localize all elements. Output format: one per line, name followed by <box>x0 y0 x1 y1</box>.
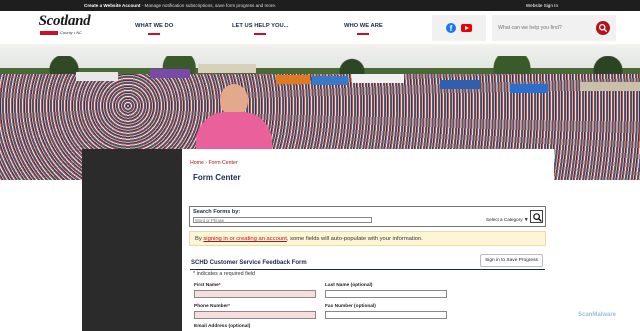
scanmalware-watermark: ScanMalware <box>578 312 617 318</box>
phone-number-label-text: Phone Number <box>194 304 229 309</box>
nav-label: WHO WE ARE <box>344 23 383 29</box>
logo-red-bar <box>40 31 58 35</box>
form-divider <box>190 269 545 270</box>
breadcrumb-current[interactable]: Form Center <box>208 160 237 166</box>
category-select-label: Select a Category <box>486 217 523 222</box>
website-sign-in-link[interactable]: Website Sign In <box>526 3 558 8</box>
page-title: Form Center <box>193 173 241 182</box>
top-utility-bar: Create a Website Account - Manage notifi… <box>0 0 640 11</box>
search-icon <box>533 213 542 222</box>
fax-number-field[interactable] <box>325 311 447 319</box>
breadcrumb: Home › Form Center <box>190 160 238 166</box>
left-sidebar <box>82 149 182 331</box>
required-star: * <box>228 304 230 309</box>
nav-underline <box>357 33 370 35</box>
hero-tent <box>276 75 310 84</box>
social-links: f <box>432 15 486 41</box>
hero-tent <box>580 82 640 91</box>
nav-what-we-do[interactable]: WHAT WE DO <box>135 23 173 35</box>
create-account-message: Create a Website Account - Manage notifi… <box>84 3 276 8</box>
phone-number-label: Phone Number* <box>194 304 230 309</box>
required-star: * <box>218 283 221 288</box>
category-select[interactable]: Select a Category ▼ <box>486 217 529 223</box>
chevron-down-icon: ▼ <box>523 217 529 223</box>
first-name-label: First Name* <box>194 283 221 288</box>
hero-tent <box>198 64 256 73</box>
search-forms-input[interactable] <box>193 217 372 223</box>
search-forms-label: Search Forms by: <box>193 209 241 215</box>
facebook-icon[interactable]: f <box>446 23 456 33</box>
site-search-button[interactable] <box>596 21 610 35</box>
nav-label: WHAT WE DO <box>135 23 174 29</box>
hero-tent <box>150 69 190 78</box>
breadcrumb-separator: › <box>205 160 208 166</box>
hero-tent <box>510 84 548 93</box>
form-title: SCHD Customer Service Feedback Form <box>191 260 307 266</box>
nav-label: LET US HELP YOU... <box>232 23 289 29</box>
nav-let-us-help-you[interactable]: LET US HELP YOU... <box>232 23 288 35</box>
hero-tent <box>440 80 480 89</box>
site-logo[interactable]: Scotland County • NC <box>37 13 92 41</box>
breadcrumb-home[interactable]: Home <box>190 160 204 166</box>
logo-tagline: County • NC <box>60 30 83 35</box>
search-forms-button[interactable] <box>530 210 543 223</box>
phone-number-field[interactable] <box>194 311 316 319</box>
email-address-label: Email Address (optional) <box>194 324 251 329</box>
hero-tent <box>76 72 118 81</box>
site-search-input[interactable] <box>498 23 590 33</box>
first-name-label-text: First Name <box>194 283 219 288</box>
notice-suffix: , some fields will auto-populate with yo… <box>286 236 423 242</box>
site-header: Scotland County • NC WHAT WE DO LET US H… <box>0 11 640 44</box>
create-account-link[interactable]: Create a Website Account <box>84 3 140 8</box>
last-name-label: Last Name (optional) <box>325 283 373 288</box>
youtube-icon[interactable] <box>461 24 472 32</box>
nav-who-we-are[interactable]: WHO WE ARE <box>344 23 383 35</box>
site-search <box>492 15 616 41</box>
sign-in-create-account-link[interactable]: signing in or creating an account <box>203 236 286 242</box>
create-account-desc: - Manage notification subscriptions, sav… <box>140 3 277 8</box>
search-forms-panel: Search Forms by: Select a Category ▼ <box>189 206 546 227</box>
nav-underline <box>148 33 161 35</box>
hero-tent <box>312 76 348 85</box>
hero-tent <box>352 74 404 83</box>
logo-wordmark: Scotland <box>38 13 91 29</box>
search-icon <box>598 23 608 33</box>
fax-number-label: Fax Number (optional) <box>325 304 376 309</box>
nav-underline <box>254 33 267 35</box>
save-progress-button[interactable]: Sign in to Save Progress <box>480 254 543 267</box>
required-note: * indicates a required field <box>193 271 256 277</box>
first-name-field[interactable] <box>194 290 316 298</box>
last-name-field[interactable] <box>325 290 447 298</box>
autofill-notice: By signing in or creating an account, so… <box>189 231 546 246</box>
